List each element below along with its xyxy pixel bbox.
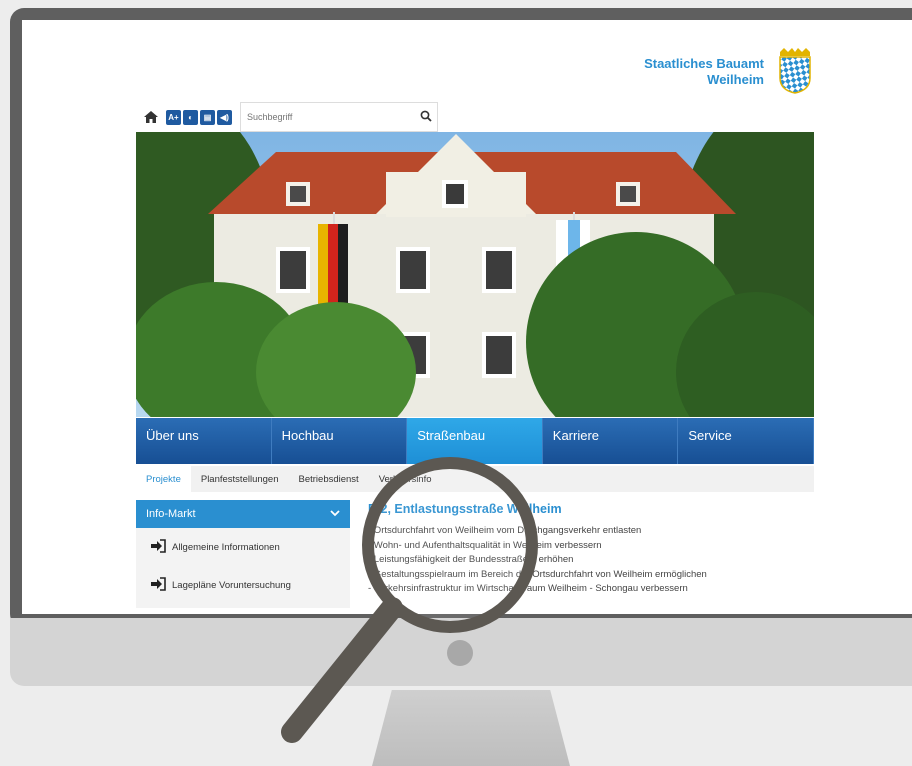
sidebar-item-lageplaene[interactable]: Lagepläne Voruntersuchung bbox=[136, 566, 350, 604]
nav-item-ueber-uns[interactable]: Über uns bbox=[136, 418, 272, 464]
project-goal: - Verkehrsinfrastruktur im Wirtschaftsra… bbox=[368, 583, 688, 594]
monitor-button bbox=[447, 640, 473, 666]
subnav-item-betriebsdienst[interactable]: Betriebsdienst bbox=[289, 466, 369, 492]
project-goal: - Leistungsfähigkeit der Bundesstraße 2 … bbox=[368, 554, 574, 565]
top-toolbar: A+ ◐ ▤ ◀) bbox=[136, 102, 438, 132]
scene: Staatliches Bauamt Weilheim A+ ◐ ▤ ◀) Su… bbox=[0, 0, 912, 766]
nav-item-service[interactable]: Service bbox=[678, 418, 814, 464]
sidebar-header[interactable]: Info-Markt bbox=[136, 500, 350, 528]
project-title: B 2, Entlastungsstraße Weilheim bbox=[368, 502, 562, 516]
sign-in-arrow-icon bbox=[150, 576, 172, 594]
sign-in-arrow-icon bbox=[150, 538, 172, 556]
contrast-icon[interactable]: ◐ bbox=[183, 109, 198, 125]
search-input[interactable] bbox=[241, 111, 415, 123]
sub-navigation: Projekte Planfeststellungen Betriebsdien… bbox=[136, 466, 814, 492]
nav-item-strassenbau[interactable]: Straßenbau bbox=[407, 418, 543, 464]
chevron-down-icon bbox=[330, 508, 340, 520]
subnav-item-planfeststellungen[interactable]: Planfeststellungen bbox=[191, 466, 289, 492]
logo-text: Staatliches Bauamt Weilheim bbox=[644, 56, 764, 88]
speaker-icon[interactable]: ◀) bbox=[217, 109, 232, 125]
search-box bbox=[240, 102, 438, 132]
home-icon[interactable] bbox=[136, 102, 166, 132]
nav-item-karriere[interactable]: Karriere bbox=[542, 418, 679, 464]
bavarian-shield-icon bbox=[779, 48, 811, 94]
search-icon[interactable] bbox=[415, 110, 437, 125]
project-goal: - Ortsdurchfahrt von Weilheim vom Durchg… bbox=[368, 525, 642, 536]
hero-image bbox=[136, 132, 814, 417]
site-logo[interactable]: Staatliches Bauamt Weilheim bbox=[622, 42, 822, 102]
subnav-item-verkehrsinfo[interactable]: Verkehrsinfo bbox=[369, 466, 442, 492]
sidebar-item-label: Allgemeine Informationen bbox=[172, 541, 280, 553]
project-goal: - Wohn- und Aufenthaltsqualität in Weilh… bbox=[368, 539, 602, 551]
sidebar-title: Info-Markt bbox=[146, 508, 196, 520]
nav-item-hochbau[interactable]: Hochbau bbox=[271, 418, 408, 464]
project-content: B 2, Entlastungsstraße Weilheim - Ortsdu… bbox=[368, 502, 808, 597]
document-icon[interactable]: ▤ bbox=[200, 109, 215, 125]
sidebar-item-allgemeine-informationen[interactable]: Allgemeine Informationen bbox=[136, 528, 350, 566]
logo-line-2: Weilheim bbox=[707, 72, 764, 87]
logo-line-1: Staatliches Bauamt bbox=[644, 56, 764, 71]
font-size-icon[interactable]: A+ bbox=[166, 109, 181, 125]
project-goal: - Gestaltungsspielraum im Bereich der Or… bbox=[368, 568, 707, 580]
browser-viewport: Staatliches Bauamt Weilheim A+ ◐ ▤ ◀) Su… bbox=[22, 20, 912, 614]
main-navigation: Über uns Hochbau Straßenbau Karriere Ser… bbox=[136, 418, 814, 464]
sidebar-item-label: Lagepläne Voruntersuchung bbox=[172, 579, 291, 591]
subnav-item-projekte[interactable]: Projekte bbox=[136, 466, 191, 492]
sidebar-list: Allgemeine Informationen Lagepläne Vorun… bbox=[136, 528, 350, 608]
monitor-stand bbox=[372, 690, 570, 766]
